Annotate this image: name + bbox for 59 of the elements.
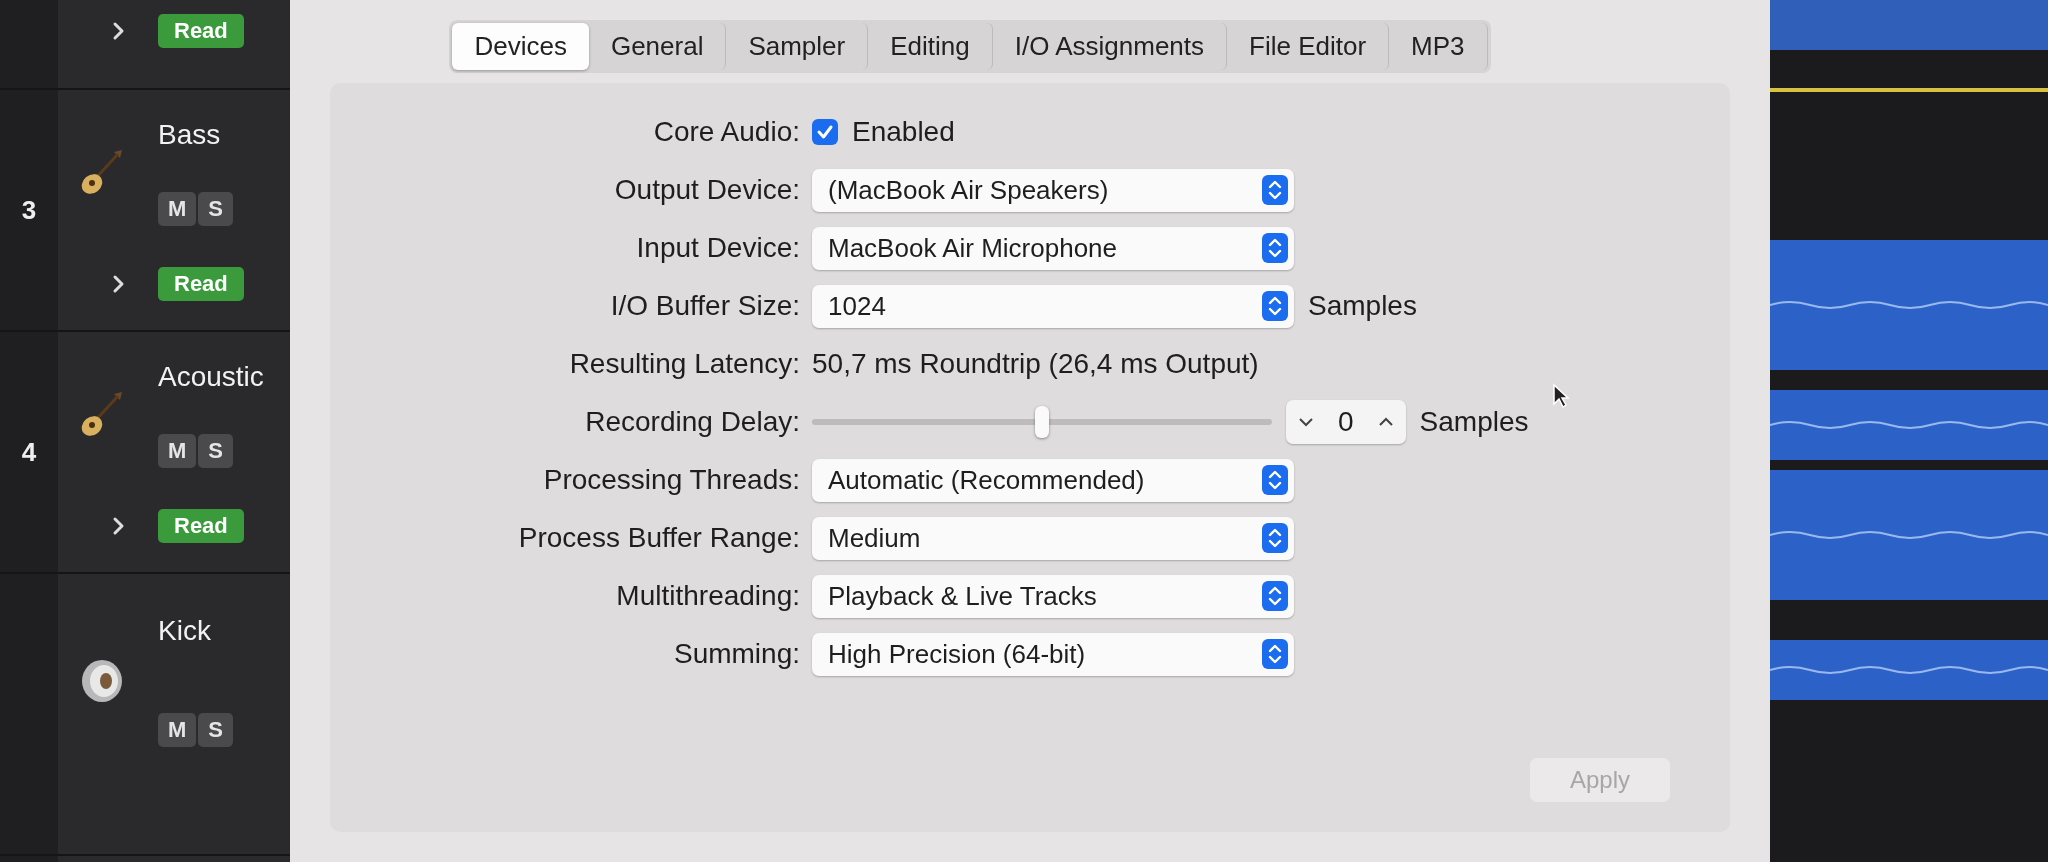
preferences-tab[interactable]: MP3 [1389, 23, 1488, 70]
solo-button[interactable]: S [198, 713, 233, 747]
chevron-right-icon[interactable] [111, 21, 125, 42]
preferences-tab[interactable]: Devices [452, 23, 589, 70]
unit-label: Samples [1308, 290, 1417, 322]
chevron-up-icon[interactable] [1377, 417, 1394, 427]
field-label: Multithreading: [616, 580, 800, 612]
field-label: I/O Buffer Size: [610, 290, 800, 322]
up-down-chevron-icon [1262, 639, 1288, 669]
chevron-right-icon[interactable] [111, 274, 125, 295]
field-label: Summing: [673, 638, 800, 670]
track-name: Acoustic [158, 360, 265, 393]
checkbox[interactable] [812, 119, 838, 145]
popup-menu[interactable]: 1024 [812, 284, 1294, 328]
field-label: Resulting Latency: [569, 348, 800, 380]
automation-mode-button[interactable]: Read [158, 509, 244, 544]
field-label: Processing Threads: [543, 464, 800, 496]
solo-button[interactable]: S [198, 434, 233, 468]
preferences-tab[interactable]: I/O Assignments [992, 23, 1228, 70]
up-down-chevron-icon [1262, 175, 1288, 205]
track-number: 4 [21, 436, 37, 468]
automation-mode-button[interactable]: Read [158, 14, 244, 49]
stepper-field[interactable]: 0 [1286, 400, 1406, 444]
chevron-right-icon[interactable] [111, 516, 125, 537]
mute-button[interactable]: M [158, 713, 197, 747]
mute-button[interactable]: M [158, 192, 197, 226]
track-number: 3 [21, 194, 37, 226]
field-label: Process Buffer Range: [518, 522, 800, 554]
chevron-down-icon[interactable] [1298, 417, 1314, 427]
field-label: Input Device: [636, 232, 800, 264]
latency-value: 50,7 ms Roundtrip (26,4 ms Output) [812, 348, 1259, 380]
up-down-chevron-icon [1262, 291, 1288, 321]
popup-menu[interactable]: Playback & Live Tracks [812, 574, 1294, 618]
track-name: Bass [158, 118, 222, 151]
field-label: Recording Delay: [585, 406, 800, 438]
up-down-chevron-icon [1262, 465, 1288, 495]
unit-label: Samples [1419, 406, 1529, 438]
preferences-tab[interactable]: Editing [868, 23, 993, 70]
popup-menu[interactable]: MacBook Air Microphone [812, 226, 1294, 270]
popup-menu[interactable]: Medium [812, 516, 1294, 560]
up-down-chevron-icon [1262, 523, 1288, 553]
up-down-chevron-icon [1262, 581, 1288, 611]
up-down-chevron-icon [1262, 233, 1288, 263]
checkmark-icon [816, 123, 834, 141]
popup-menu[interactable]: Automatic (Recommended) [812, 458, 1294, 502]
field-label: Core Audio: [653, 116, 800, 148]
slider-thumb[interactable] [1035, 406, 1049, 438]
automation-mode-button[interactable]: Read [158, 267, 244, 302]
track-name: Kick [158, 615, 212, 647]
preferences-tab[interactable]: General [588, 23, 727, 70]
preferences-tab[interactable]: File Editor [1227, 23, 1390, 70]
mute-button[interactable]: M [158, 434, 197, 468]
mouse-pointer-icon [1552, 383, 1570, 409]
field-label: Output Device: [614, 174, 800, 206]
popup-menu[interactable]: (MacBook Air Speakers) [812, 168, 1294, 212]
solo-button[interactable]: S [198, 192, 233, 226]
popup-menu[interactable]: High Precision (64-bit) [812, 632, 1294, 676]
checkbox-label: Enabled [852, 116, 955, 148]
preferences-tab[interactable]: Sampler [726, 23, 869, 70]
